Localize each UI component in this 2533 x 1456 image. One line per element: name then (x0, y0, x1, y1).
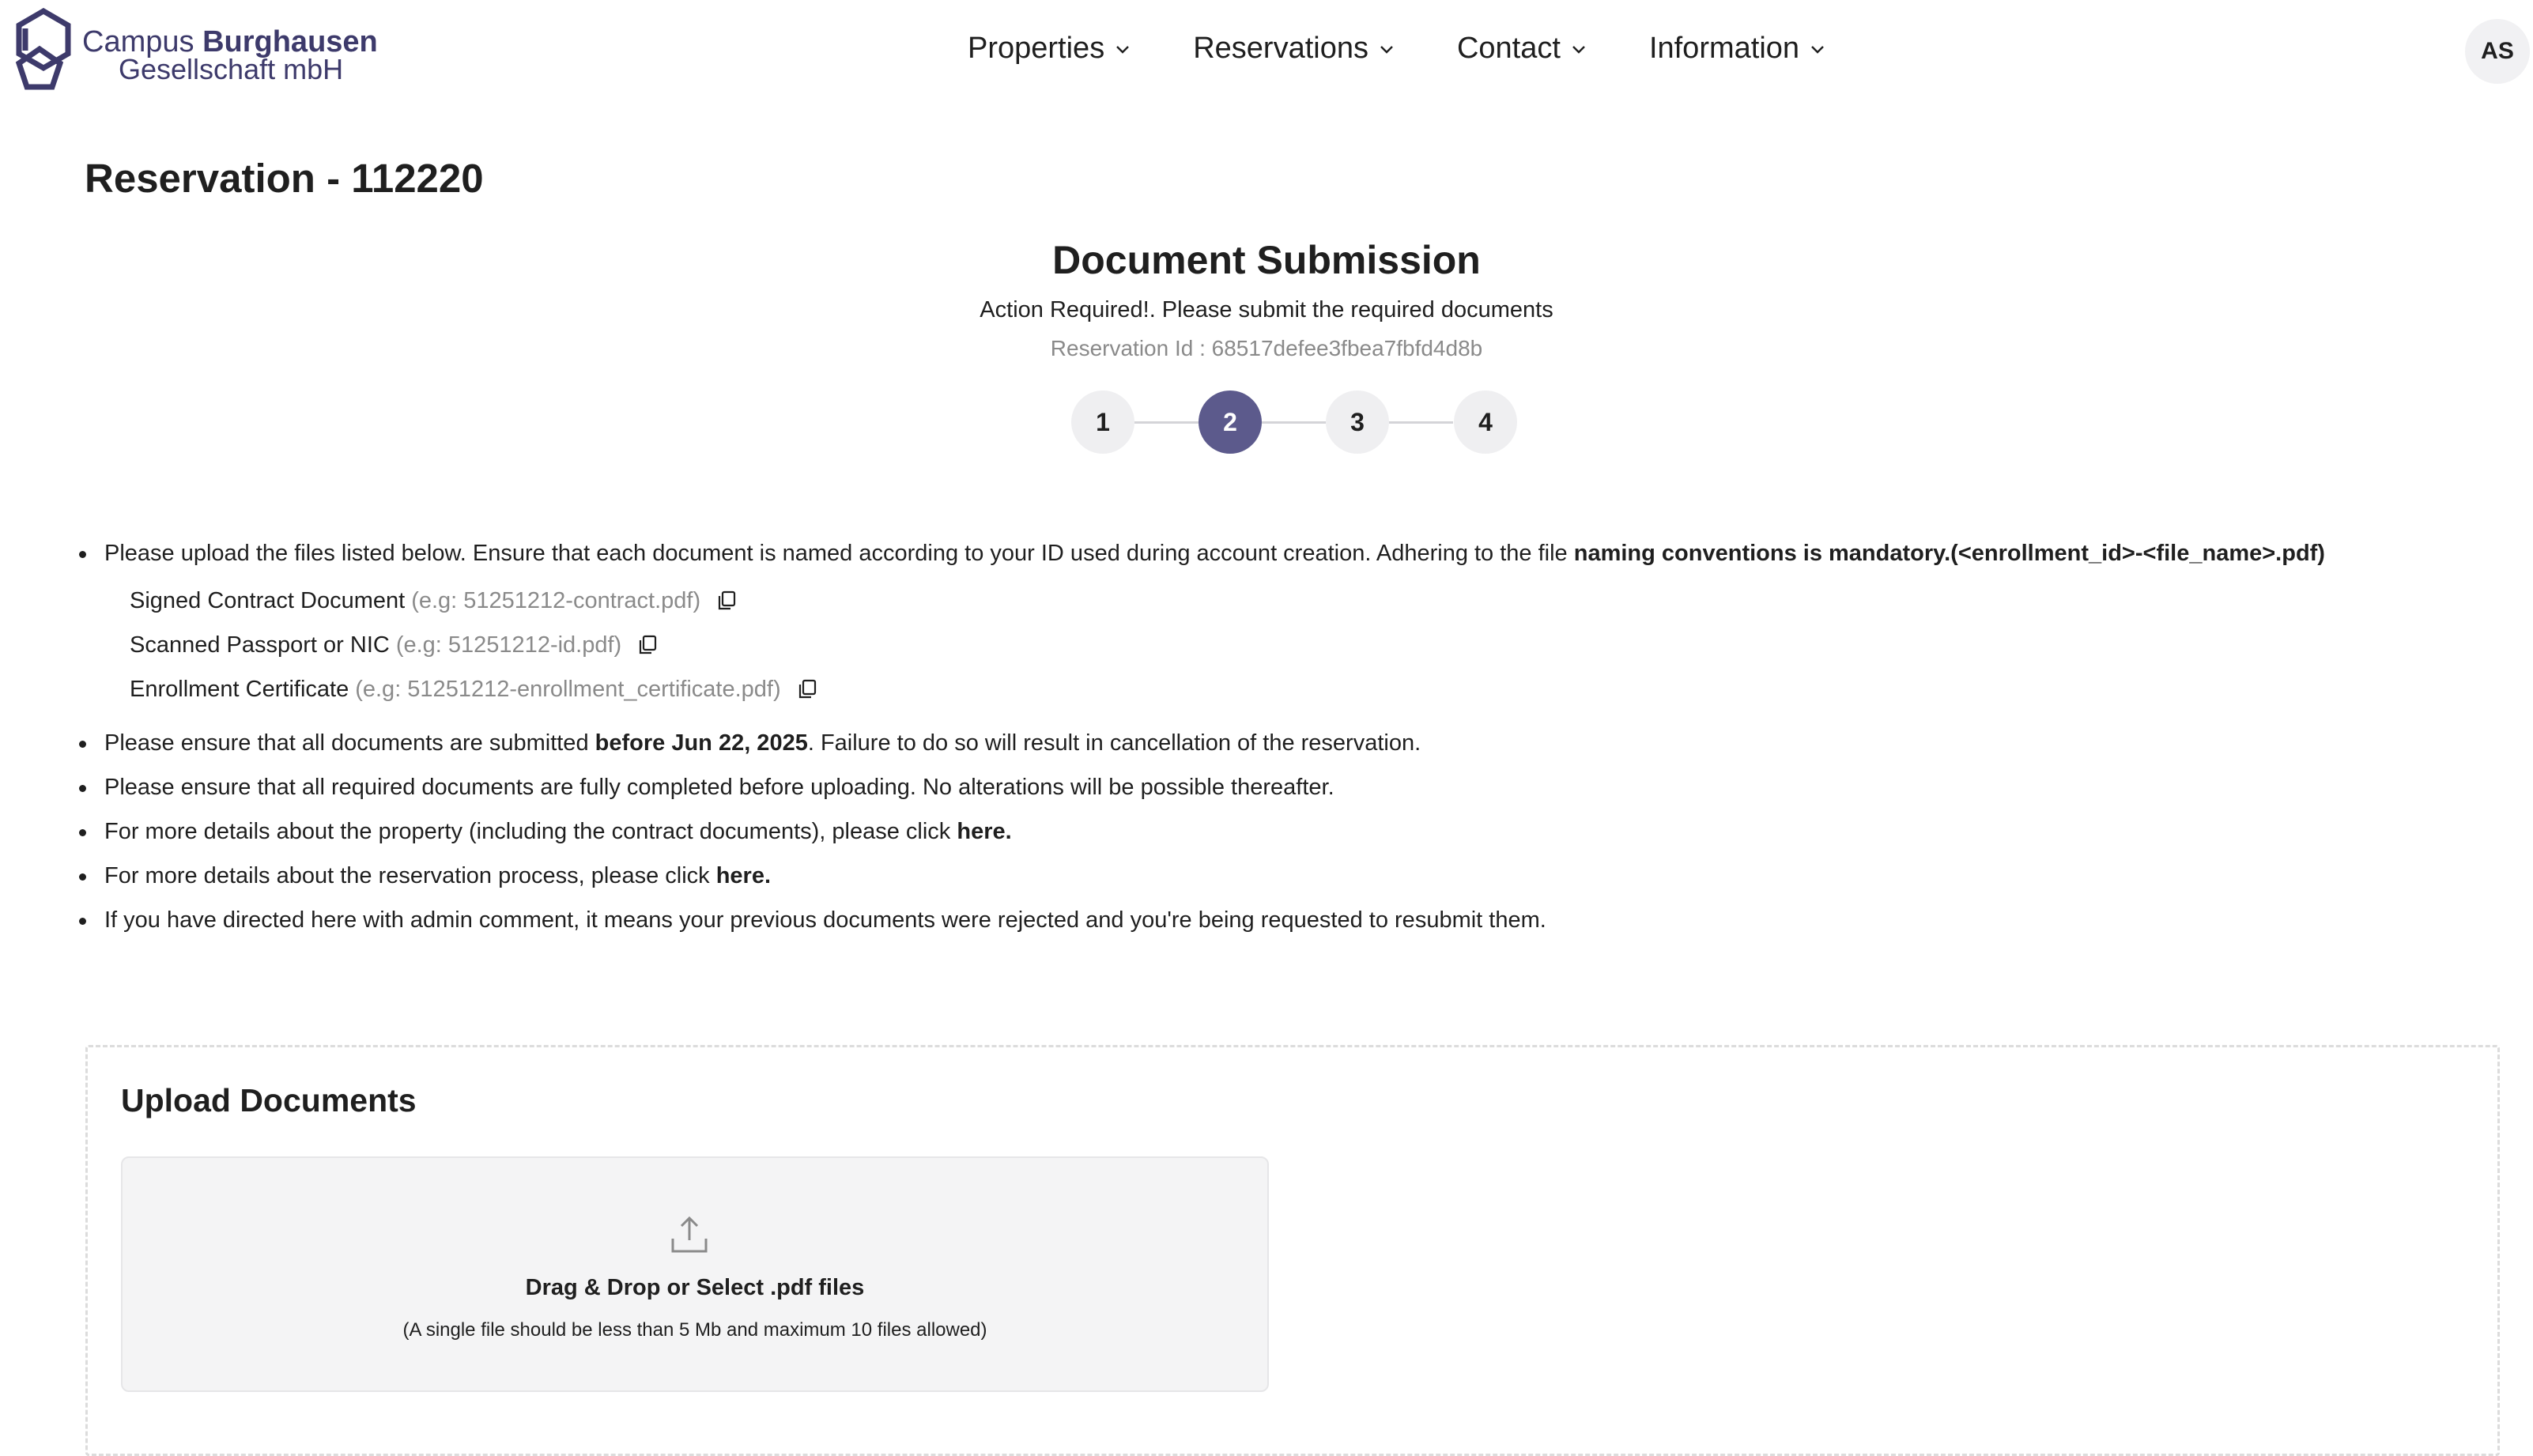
document-row-enrollment: Enrollment Certificate (e.g: 51251212-en… (130, 667, 2487, 711)
copy-icon[interactable] (715, 589, 738, 613)
step-4: 4 (1454, 390, 1517, 454)
instructions-list: Please upload the files listed below. En… (76, 531, 2487, 942)
process-details-text: For more details about the reservation p… (104, 863, 716, 888)
document-example: (e.g: 51251212-contract.pdf) (411, 588, 701, 613)
process-details-link[interactable]: here. (716, 863, 771, 888)
required-documents-list: Signed Contract Document (e.g: 51251212-… (130, 579, 2487, 711)
completed-note: Please ensure that all required document… (104, 775, 1334, 800)
step-connector (1134, 421, 1199, 424)
nav-contact[interactable]: Contact (1457, 32, 1589, 66)
list-item: Please upload the files listed below. En… (76, 531, 2487, 575)
step-2: 2 (1199, 390, 1262, 454)
dropzone-note: (A single file should be less than 5 Mb … (402, 1319, 987, 1341)
main-nav: Properties Reservations Contact Informat… (968, 32, 1828, 66)
document-example: (e.g: 51251212-id.pdf) (395, 632, 622, 658)
upload-title: Upload Documents (121, 1082, 417, 1118)
progress-stepper: 1 2 3 4 (1071, 390, 1517, 454)
reservation-id: Reservation Id : 68517defee3fbea7fbfd4d8… (1050, 336, 1483, 360)
copy-icon[interactable] (795, 677, 819, 701)
step-connector (1389, 421, 1453, 424)
top-navbar: Campus Burghausen Gesellschaft mbH Prope… (0, 0, 2533, 103)
nav-properties[interactable]: Properties (968, 32, 1133, 66)
file-dropzone[interactable]: Drag & Drop or Select .pdf files (A sing… (121, 1156, 1269, 1392)
chevron-down-icon (1380, 45, 1393, 54)
list-item: For more details about the property (inc… (76, 809, 2487, 854)
nav-reservations[interactable]: Reservations (1193, 32, 1397, 66)
submission-subtitle: Action Required!. Please submit the requ… (980, 297, 1553, 323)
document-name: Enrollment Certificate (130, 677, 349, 702)
document-row-passport: Scanned Passport or NIC (e.g: 51251212-i… (130, 623, 2487, 667)
chevron-down-icon (1572, 45, 1585, 54)
nav-reservations-label: Reservations (1193, 32, 1368, 65)
dropzone-label: Drag & Drop or Select .pdf files (525, 1275, 865, 1300)
document-row-contract: Signed Contract Document (e.g: 51251212-… (130, 579, 2487, 623)
step-1: 1 (1071, 390, 1134, 454)
document-name: Signed Contract Document (130, 588, 406, 613)
user-avatar[interactable]: AS (2465, 19, 2530, 84)
brand-logo[interactable]: Campus Burghausen Gesellschaft mbH (8, 8, 378, 99)
campus-logo-icon (15, 8, 71, 90)
naming-convention-text: naming conventions is mandatory.(<enroll… (1573, 541, 2325, 566)
copy-icon[interactable] (636, 633, 659, 657)
deadline-prefix: Please ensure that all documents are sub… (104, 730, 595, 756)
list-item: Please ensure that all required document… (76, 765, 2487, 809)
nav-properties-label: Properties (968, 32, 1105, 65)
chevron-down-icon (1116, 45, 1130, 54)
upload-documents-card: Upload Documents Drag & Drop or Select .… (85, 1045, 2500, 1456)
page-title: Reservation - 112220 (85, 156, 484, 201)
deadline-suffix: . Failure to do so will result in cancel… (807, 730, 1421, 756)
chevron-down-icon (1811, 45, 1824, 54)
document-name: Scanned Passport or NIC (130, 632, 390, 658)
document-example: (e.g: 51251212-enrollment_certificate.pd… (355, 677, 781, 702)
instruction-intro-text: Please upload the files listed below. En… (104, 541, 1574, 566)
property-details-text: For more details about the property (inc… (104, 819, 957, 844)
deadline-date: before Jun 22, 2025 (595, 730, 808, 756)
nav-information[interactable]: Information (1649, 32, 1828, 66)
step-3: 3 (1326, 390, 1389, 454)
upload-icon (671, 1216, 708, 1253)
step-connector (1262, 421, 1326, 424)
submission-title: Document Submission (1052, 238, 1481, 282)
list-item: For more details about the reservation p… (76, 854, 2487, 898)
list-item: Please ensure that all documents are sub… (76, 721, 2487, 765)
property-details-link[interactable]: here. (957, 819, 1011, 844)
admin-note: If you have directed here with admin com… (104, 907, 1546, 933)
nav-contact-label: Contact (1456, 32, 1561, 65)
list-item: If you have directed here with admin com… (76, 898, 2487, 942)
nav-information-label: Information (1648, 32, 1800, 65)
brand-name-line2: Gesellschaft mbH (119, 53, 344, 85)
